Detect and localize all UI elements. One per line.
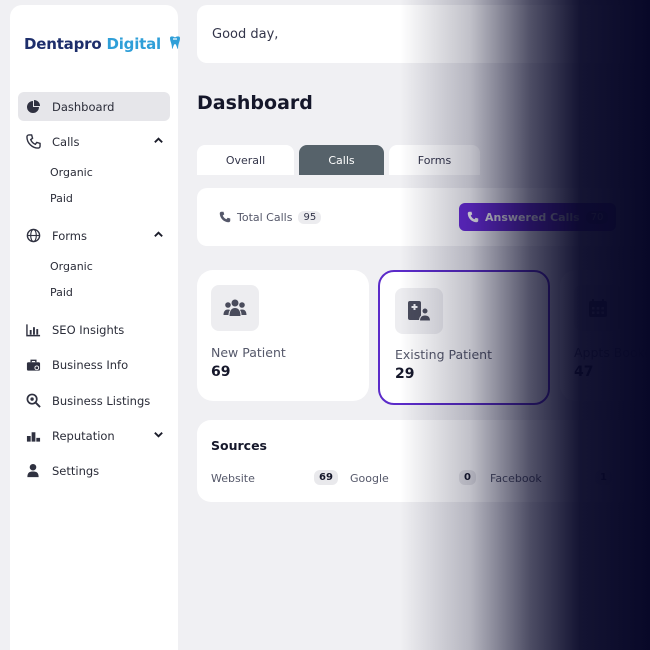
- greeting-text: Good day,: [212, 27, 279, 42]
- stat-value: 47: [574, 364, 594, 380]
- sidebar-item-settings[interactable]: Settings: [18, 456, 170, 485]
- brand-logo[interactable]: Dentapro Digital: [24, 35, 183, 53]
- sidebar-subitem-forms-organic[interactable]: Organic: [50, 260, 93, 273]
- brand-name: Dentapro: [24, 35, 102, 53]
- chevron-up-icon[interactable]: [153, 135, 164, 149]
- sidebar-item-seo-insights[interactable]: SEO Insights: [18, 315, 170, 344]
- chevron-down-icon[interactable]: [153, 429, 164, 443]
- ranking-icon: [24, 427, 42, 445]
- sidebar-item-label: Business Info: [52, 357, 129, 372]
- stat-card-new-patient[interactable]: New Patient 69: [197, 270, 369, 401]
- header-bar: Good day,: [197, 5, 650, 63]
- sidebar-item-business-listings[interactable]: Business Listings: [18, 386, 170, 415]
- users-icon: [211, 285, 259, 331]
- sidebar-subitem-calls-organic[interactable]: Organic: [50, 166, 93, 179]
- sidebar-item-label: Reputation: [52, 428, 115, 443]
- sidebar-item-reputation[interactable]: Reputation: [18, 421, 170, 450]
- stat-card-existing-patient[interactable]: Existing Patient 29: [378, 270, 550, 405]
- stat-value: 29: [395, 366, 415, 382]
- stat-value: 69: [211, 364, 231, 380]
- user-icon: [24, 462, 42, 480]
- sidebar-item-label: Calls: [52, 134, 80, 149]
- tab-calls[interactable]: Calls: [299, 145, 384, 175]
- total-calls-count: 95: [298, 210, 322, 224]
- sidebar-item-business-info[interactable]: Business Info: [18, 350, 170, 379]
- source-count-google: 0: [459, 470, 476, 485]
- answered-calls-filter[interactable]: Answered Calls 70: [459, 203, 617, 231]
- tab-overall[interactable]: Overall: [197, 145, 294, 175]
- phone-icon: [219, 211, 231, 223]
- bar-chart-icon: [24, 321, 42, 339]
- phone-icon: [467, 211, 479, 223]
- calendar-icon: [574, 285, 622, 331]
- patient-record-icon: [395, 288, 443, 334]
- pie-chart-icon: [24, 98, 42, 116]
- stat-card-appointments[interactable]: Appts Booked 47: [560, 270, 650, 401]
- tooth-icon: [170, 36, 181, 49]
- chevron-up-icon[interactable]: [153, 229, 164, 243]
- sidebar-subitem-forms-paid[interactable]: Paid: [50, 286, 73, 299]
- stat-label: Appts Booked: [574, 345, 650, 360]
- source-name-facebook: Facebook: [490, 472, 542, 485]
- sidebar-item-label: Forms: [52, 228, 87, 243]
- sidebar-item-calls[interactable]: Calls: [18, 127, 170, 156]
- sidebar-item-label: Settings: [52, 463, 100, 478]
- briefcase-icon: [24, 356, 42, 374]
- tab-forms[interactable]: Forms: [389, 145, 480, 175]
- sources-card: Sources Website 69 Google 0 Facebook 1: [197, 420, 650, 502]
- total-calls-label: Total Calls: [237, 210, 293, 224]
- sidebar-item-dashboard[interactable]: Dashboard: [18, 92, 170, 121]
- sidebar-item-forms[interactable]: Forms: [18, 221, 170, 250]
- source-count-website: 69: [314, 470, 338, 485]
- answered-calls-count: 70: [585, 210, 609, 224]
- stat-label: New Patient: [211, 345, 286, 360]
- phone-icon: [24, 133, 42, 151]
- source-name-google: Google: [350, 472, 389, 485]
- page-title: Dashboard: [197, 92, 313, 114]
- sidebar-item-label: SEO Insights: [52, 322, 125, 337]
- sidebar: Dentapro Digital Dashboard Calls Organic…: [10, 5, 181, 650]
- sidebar-item-label: Dashboard: [52, 99, 115, 114]
- sidebar-subitem-calls-paid[interactable]: Paid: [50, 192, 73, 205]
- brand-name-accent: Digital: [106, 35, 161, 53]
- source-name-website: Website: [211, 472, 255, 485]
- search-icon: [24, 392, 42, 410]
- calls-filter-bar: Total Calls 95 Answered Calls 70: [197, 188, 650, 246]
- source-count-facebook: 1: [595, 470, 612, 485]
- sources-title: Sources: [211, 438, 267, 453]
- stat-label: Existing Patient: [395, 347, 493, 362]
- sidebar-item-label: Business Listings: [52, 393, 151, 408]
- total-calls-filter[interactable]: Total Calls 95: [211, 203, 329, 231]
- globe-icon: [24, 227, 42, 245]
- answered-calls-label: Answered Calls: [485, 210, 580, 224]
